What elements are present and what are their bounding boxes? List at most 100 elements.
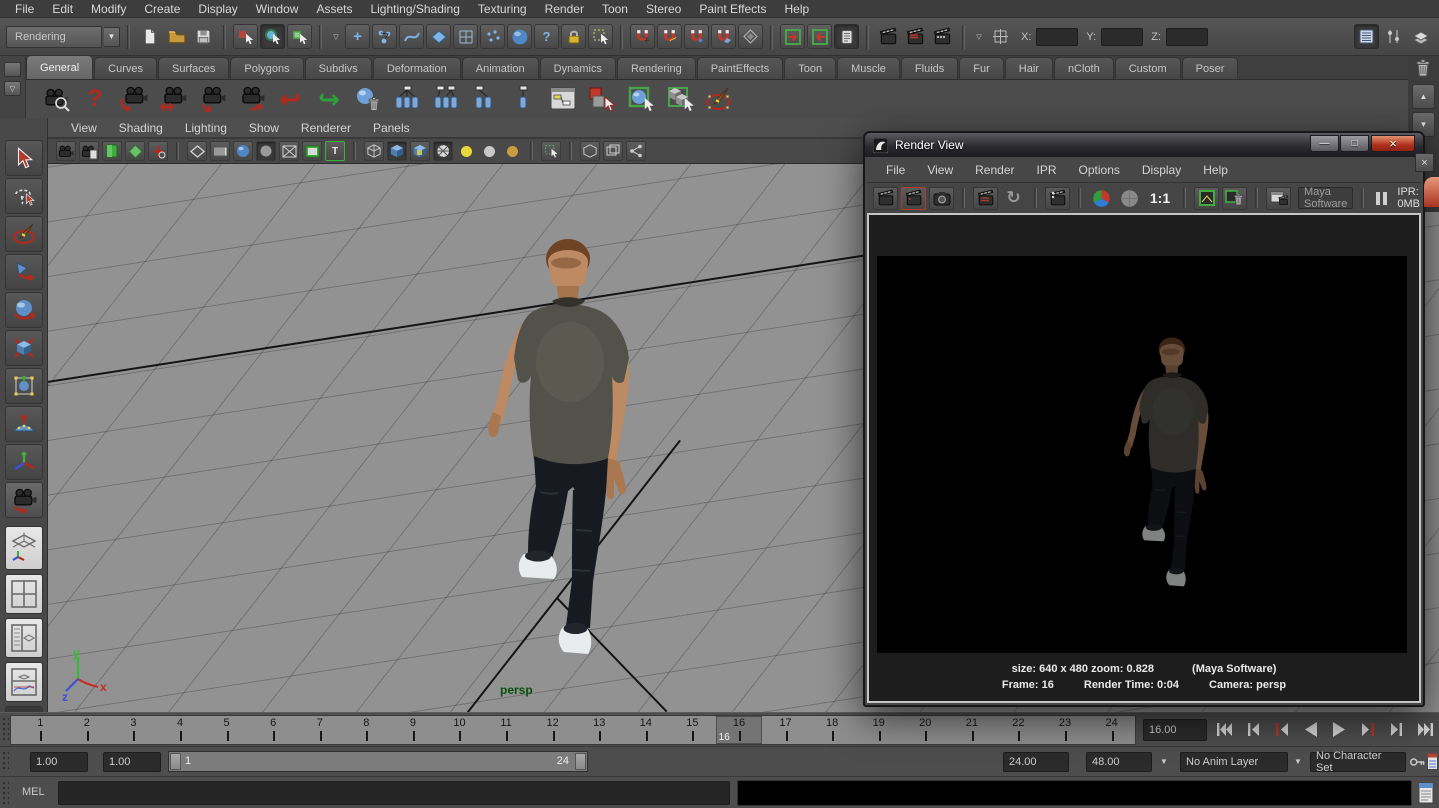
menu-paint-effects[interactable]: Paint Effects [690,2,775,16]
rv-menu-file[interactable]: File [875,163,916,177]
shelf-tab-ncloth[interactable]: nCloth [1054,57,1114,79]
minimize-window-icon[interactable]: — [1310,135,1339,152]
menu-assets[interactable]: Assets [307,2,361,16]
frame-cell[interactable]: 9 [390,716,437,744]
mask-expand-arrow-icon[interactable]: ▽ [329,24,343,49]
highlight-selection-icon[interactable] [588,24,613,49]
attribute-editor-toggle-icon[interactable] [1354,24,1379,49]
playback-end-field[interactable]: 24.00 [1003,752,1069,772]
snap-to-grid-icon[interactable] [630,24,655,49]
mask-points-icon[interactable]: + [345,24,370,49]
construction-history-icon[interactable] [834,24,859,49]
snapshot-icon[interactable] [929,187,954,210]
frame-cell[interactable]: 21 [949,716,996,744]
shelf-help-icon[interactable]: ? [79,83,111,115]
shelf-tab-general[interactable]: General [26,55,93,79]
display-alpha-channel-icon[interactable] [1117,187,1142,210]
layout-four-view-button[interactable] [5,574,43,614]
layout-outliner-persp-button[interactable] [5,618,43,658]
rv-menu-help[interactable]: Help [1192,163,1239,177]
frame-cell[interactable]: 1 [17,716,64,744]
menu-stereo[interactable]: Stereo [637,2,690,16]
frame-cell[interactable]: 24 [1088,716,1135,744]
shelf-create-partition-icon[interactable] [430,83,462,115]
shelf-texture-reference-icon[interactable] [664,83,696,115]
snap-to-point-icon[interactable] [684,24,709,49]
render-current-frame-icon[interactable] [876,24,901,49]
panel-menu-shading[interactable]: Shading [108,121,174,135]
drag-handle[interactable] [2,781,9,804]
drag-handle[interactable] [2,751,9,772]
safe-action-icon[interactable] [279,141,299,161]
anim-layer-field[interactable]: No Anim Layer [1180,752,1288,772]
divider[interactable] [618,25,625,49]
film-gate-icon[interactable] [187,141,207,161]
tool-settings-toggle-icon[interactable] [1381,24,1406,49]
layout-persp-graph-button[interactable] [5,662,43,702]
frame-cell[interactable]: 10 [436,716,483,744]
last-tool-used-button[interactable] [5,482,43,518]
animation-end-field[interactable]: 48.00 [1086,752,1152,772]
ipr-region-icon[interactable] [1045,187,1070,210]
mask-deformations-icon[interactable] [453,24,478,49]
select-camera-icon[interactable] [56,141,76,161]
time-slider-ruler[interactable]: 1 2 3 4 5 6 7 8 9 10 11 12 13 14 15 1616… [10,715,1136,745]
shelf-camera-orbit-icon[interactable] [118,83,150,115]
rv-menu-ipr[interactable]: IPR [1026,163,1068,177]
shelf-tab-polygons[interactable]: Polygons [230,57,303,79]
frame-cell[interactable]: 20 [902,716,949,744]
menu-texturing[interactable]: Texturing [469,2,536,16]
ipr-render-icon[interactable] [903,24,928,49]
render-view-window[interactable]: Render View — □ × File View Render IPR O… [863,131,1425,707]
select-by-object-icon[interactable] [260,24,285,49]
make-live-icon[interactable] [738,24,763,49]
playback-range-slider[interactable]: 1 24 [168,751,588,772]
shelf-remove-from-set-icon[interactable] [508,83,540,115]
shelf-tab-animation[interactable]: Animation [462,57,539,79]
frame-cell[interactable]: 13 [576,716,623,744]
save-scene-icon[interactable] [191,24,216,49]
divider[interactable] [768,25,775,49]
shelf-camera-track-icon[interactable] [157,83,189,115]
panel-menu-view[interactable]: View [60,121,108,135]
output-connections-icon[interactable] [807,24,832,49]
mask-rendering-icon[interactable] [507,24,532,49]
panel-menu-lighting[interactable]: Lighting [174,121,238,135]
panel-menu-panels[interactable]: Panels [362,121,421,135]
no-lighting-icon[interactable] [502,141,522,161]
step-back-key-icon[interactable] [1271,718,1292,740]
smooth-shade-display-icon[interactable] [387,141,407,161]
new-scene-icon[interactable] [137,24,162,49]
open-scene-icon[interactable] [164,24,189,49]
frame-cell[interactable]: 2 [64,716,111,744]
playback-start-field[interactable]: 1.00 [103,752,161,772]
play-forwards-icon[interactable] [1329,718,1350,740]
safe-title-icon[interactable] [302,141,322,161]
pause-ipr-icon[interactable] [1372,187,1390,210]
character-model[interactable] [460,230,680,670]
frame-cell[interactable]: 8 [343,716,390,744]
step-back-frame-icon[interactable] [1243,718,1264,740]
range-end-handle[interactable] [575,753,586,770]
menu-modify[interactable]: Modify [82,2,135,16]
menu-render[interactable]: Render [536,2,593,16]
absolute-relative-toggle-icon[interactable] [988,24,1013,49]
go-to-start-icon[interactable] [1214,718,1235,740]
multi-pane-icon[interactable] [603,141,623,161]
coords-expand-arrow-icon[interactable]: ▽ [972,24,986,49]
shelf-redo-icon[interactable]: ↪ [313,83,345,115]
frame-cell[interactable]: 19 [855,716,902,744]
field-chart-icon[interactable] [256,141,276,161]
menu-window[interactable]: Window [247,2,308,16]
current-time-field[interactable]: 16.00 [1143,719,1207,741]
step-forward-key-icon[interactable] [1358,718,1379,740]
shelf-tab-fur[interactable]: Fur [959,57,1004,79]
shelf-trash-icon[interactable] [1413,58,1433,81]
shelf-tab-dynamics[interactable]: Dynamics [540,57,616,79]
select-by-component-icon[interactable] [287,24,312,49]
current-frame-marker[interactable]: 1616 [716,716,763,744]
script-editor-icon[interactable] [1418,782,1434,807]
mask-handles-icon[interactable] [372,24,397,49]
gate-mask-icon[interactable] [233,141,253,161]
shelf-tab-toon[interactable]: Toon [784,57,836,79]
